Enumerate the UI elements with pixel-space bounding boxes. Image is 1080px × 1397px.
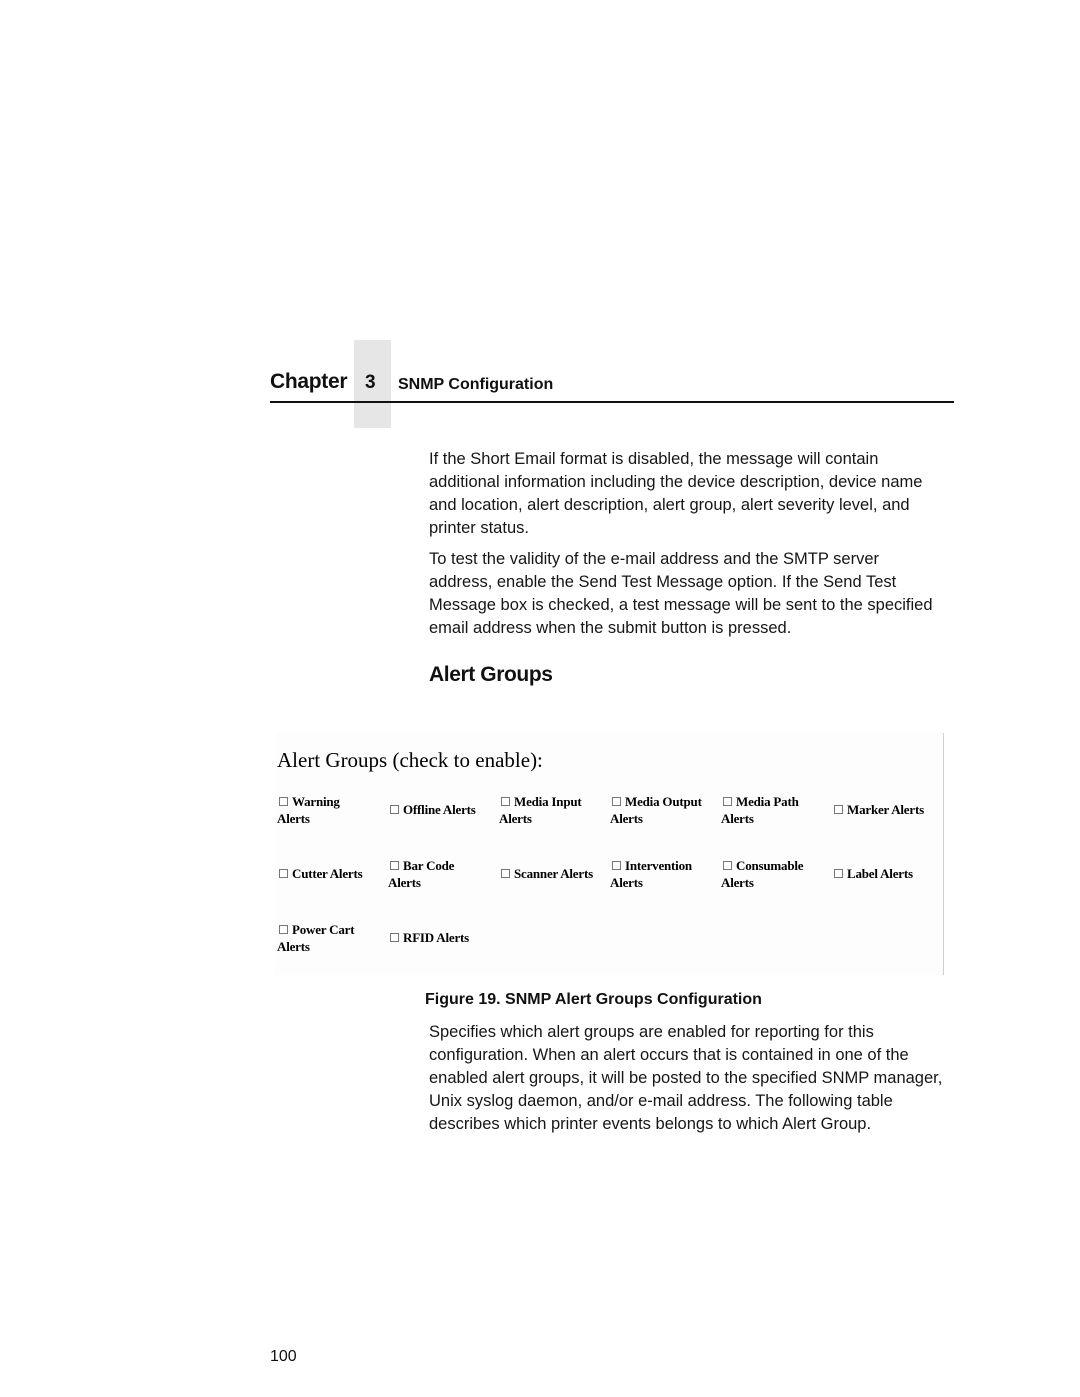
body-paragraph: Specifies which alert groups are enabled… [429,1023,943,1133]
alert-group-checkbox[interactable] [723,861,732,870]
alert-group-label: Consumable [736,858,804,873]
alert-group-checkbox[interactable] [501,797,510,806]
alert-group-option[interactable]: RFID Alerts [388,921,499,946]
alert-group-option[interactable]: Cutter Alerts [277,857,388,882]
alert-group-label: Warning [292,794,340,809]
alert-group-option[interactable]: Power Cart Alerts [277,921,388,955]
alert-group-option[interactable]: Label Alerts [832,857,943,882]
alert-group-checkbox[interactable] [279,925,288,934]
alert-group-label: Intervention [625,858,692,873]
chapter-title: SNMP Configuration [398,376,554,393]
figure-caption: Figure 19. SNMP Alert Groups Configurati… [425,991,762,1008]
alert-group-option[interactable]: Scanner Alerts [499,857,610,882]
alert-group-label: Alerts [610,811,643,826]
alert-group-option[interactable]: Consumable Alerts [721,857,832,891]
alert-group-option[interactable]: Media Output Alerts [610,793,721,827]
alert-group-label: Scanner Alerts [514,866,593,881]
alert-group-label: Alerts [721,811,754,826]
alert-group-label: Power Cart [292,922,355,937]
alert-group-option[interactable]: Media Path Alerts [721,793,832,827]
chapter-label: Chapter [270,370,348,393]
alert-group-label: Media Input [514,794,582,809]
alert-group-checkbox[interactable] [390,861,399,870]
alert-group-label: Alerts [721,875,754,890]
alert-group-label: Alerts [388,875,421,890]
alert-group-label: Marker Alerts [847,802,924,817]
alert-group-checkbox[interactable] [612,797,621,806]
alert-group-checkbox[interactable] [279,797,288,806]
alert-group-label: Media Path [736,794,799,809]
alert-group-checkbox[interactable] [834,869,843,878]
alert-group-option[interactable]: Intervention Alerts [610,857,721,891]
alert-group-label: Media Output [625,794,702,809]
alert-group-label: Alerts [277,811,310,826]
alert-group-checkbox[interactable] [834,805,843,814]
body-paragraph: To test the validity of the e-mail addre… [429,550,933,637]
body-paragraph: If the Short Email format is disabled, t… [429,450,923,537]
alert-group-option[interactable]: Marker Alerts [832,793,943,818]
header-rule [270,401,954,403]
figure-form-title: Alert Groups (check to enable): [277,748,543,772]
alert-group-label: Bar Code [403,858,455,873]
alert-group-label: Alerts [277,939,310,954]
alert-group-option[interactable]: Warning Alerts [277,793,388,827]
alert-group-checkbox[interactable] [390,805,399,814]
chapter-number: 3 [365,372,376,393]
alert-group-checkbox[interactable] [390,933,399,942]
alert-group-option[interactable]: Media Input Alerts [499,793,610,827]
page-number: 100 [270,1348,297,1365]
alert-group-option[interactable]: Bar Code Alerts [388,857,499,891]
alert-group-label: Offline Alerts [403,802,476,817]
alert-group-option[interactable]: Offline Alerts [388,793,499,818]
alert-groups-screenshot: Alert Groups (check to enable): Warning A… [275,733,944,975]
alert-group-label: Alerts [499,811,532,826]
alert-group-checkbox[interactable] [612,861,621,870]
section-heading: Alert Groups [429,663,553,686]
alert-group-label: Alerts [610,875,643,890]
alert-group-label: RFID Alerts [403,930,470,945]
alert-group-checkbox[interactable] [723,797,732,806]
alert-group-label: Cutter Alerts [292,866,363,881]
alert-group-checkbox[interactable] [279,869,288,878]
alert-group-checkbox[interactable] [501,869,510,878]
alert-group-label: Label Alerts [847,866,913,881]
